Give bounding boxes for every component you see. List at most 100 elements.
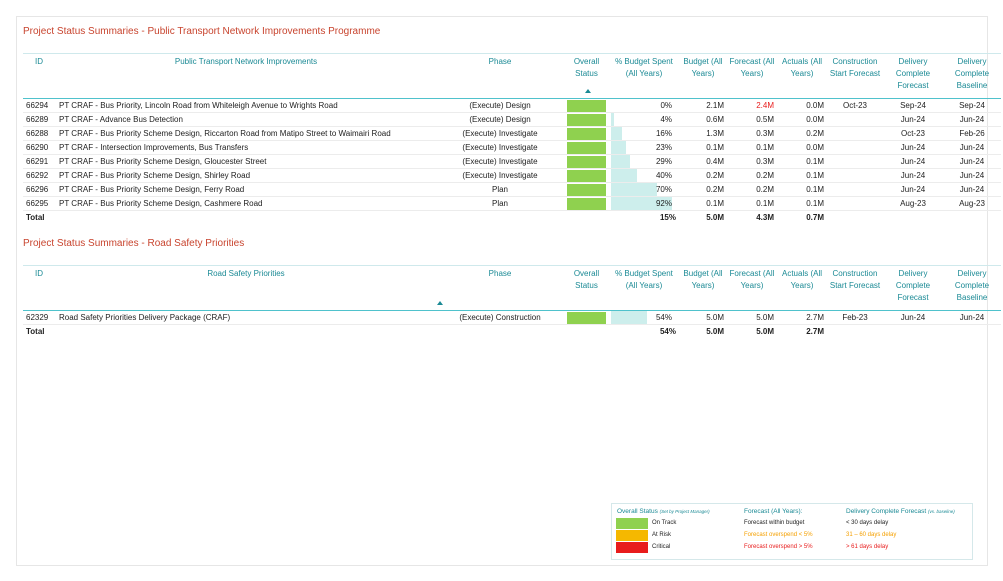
col-header-name[interactable]: Road Safety Priorities [56,265,436,311]
cell-construction-start [827,140,883,155]
cell-delivery-forecast: Oct-23 [883,126,943,141]
cell-delivery-baseline: Jun-24 [943,140,1001,155]
col-header-budget[interactable]: Budget (All Years) [679,53,727,99]
budget-spent-value: 70% [655,185,672,194]
cell-overall-status [564,126,609,141]
col-header-delivery-baseline[interactable]: Delivery Complete Baseline [943,53,1001,99]
col-header-delivery-baseline[interactable]: Delivery Complete Baseline [943,265,1001,311]
cell-delivery-forecast: Jun-24 [883,112,943,127]
legend-at-risk-label: At Risk [652,532,672,538]
cell-id: 66296 [23,182,56,197]
budget-spent-value: 92% [655,199,672,208]
cell-forecast: 0.3M [727,126,777,141]
total-spacer [436,324,564,338]
col-header-actuals[interactable]: Actuals (All Years) [777,53,827,99]
col-header-id[interactable]: ID [23,265,56,311]
cell-construction-start: Oct-23 [827,98,883,113]
cell-forecast: 5.0M [727,310,777,325]
cell-delivery-forecast: Aug-23 [883,196,943,211]
cell-delivery-baseline: Jun-24 [943,310,1001,325]
col-header-overall-status[interactable]: Overall Status [564,265,609,311]
col-header-id[interactable]: ID [23,53,56,99]
cell-overall-status [564,196,609,211]
budget-spent-value: 23% [655,143,672,152]
cell-forecast: 0.3M [727,154,777,169]
col-header-construction-start[interactable]: Construction Start Forecast [827,265,883,311]
cell-phase: (Execute) Investigate [436,168,564,183]
cell-delivery-baseline: Sep-24 [943,98,1001,113]
table-row[interactable]: 66296 PT CRAF - Bus Priority Scheme Desig… [23,182,1001,197]
cell-actuals: 0.1M [777,154,827,169]
cell-budget-spent: 4% [609,112,679,127]
col-header-delivery-forecast[interactable]: Delivery Complete Forecast [883,53,943,99]
col-header-name[interactable]: Public Transport Network Improvements [56,53,436,99]
cell-budget: 0.2M [679,168,727,183]
cell-id: 66292 [23,168,56,183]
total-budget: 5.0M [679,324,727,338]
cell-actuals: 2.7M [777,310,827,325]
cell-budget: 0.4M [679,154,727,169]
cell-actuals: 0.0M [777,112,827,127]
section2-table: ID Road Safety Priorities Phase Overall … [23,265,1001,338]
cell-budget-spent: 70% [609,182,679,197]
col-header-construction-start[interactable]: Construction Start Forecast [827,53,883,99]
legend-swatch-critical [616,542,648,553]
col-header-budget[interactable]: Budget (All Years) [679,265,727,311]
col-header-delivery-forecast[interactable]: Delivery Complete Forecast [883,265,943,311]
legend-delivery-high: > 61 days delay [846,544,889,550]
cell-forecast: 0.2M [727,182,777,197]
table-row[interactable]: 66289 PT CRAF - Advance Bus Detection (Exe… [23,112,1001,127]
legend-forecast-title: Forecast (All Years): [744,508,803,515]
table-row[interactable]: 62329 Road Safety Priorities Delivery Pac… [23,310,1001,325]
status-indicator [567,127,606,140]
table-row[interactable]: 66292 PT CRAF - Bus Priority Scheme Desig… [23,168,1001,183]
table-row[interactable]: 66295 PT CRAF - Bus Priority Scheme Desig… [23,196,1001,211]
cell-project-name: PT CRAF - Bus Priority Scheme Design, Sh… [56,168,436,183]
cell-forecast: 0.1M [727,196,777,211]
budget-spent-value: 16% [655,129,672,138]
col-header-phase[interactable]: Phase [436,265,564,311]
table-row[interactable]: 66294 PT CRAF - Bus Priority, Lincoln Roa… [23,98,1001,113]
cell-actuals: 0.0M [777,140,827,155]
section1-table: ID Public Transport Network Improvements… [23,53,1001,224]
table-row[interactable]: 66291 PT CRAF - Bus Priority Scheme Desig… [23,154,1001,169]
cell-delivery-forecast: Jun-24 [883,310,943,325]
legend-on-track-label: On Track [652,520,677,526]
col-header-phase[interactable]: Phase [436,53,564,99]
sort-indicator-icon[interactable] [437,301,443,305]
total-row: Total 15% 5.0M 4.3M 0.7M [23,210,1001,224]
total-spacer [827,324,883,338]
col-header-actuals[interactable]: Actuals (All Years) [777,265,827,311]
total-spacer [564,210,609,224]
cell-forecast: 0.5M [727,112,777,127]
total-spacer [943,210,1001,224]
sort-indicator-icon[interactable] [585,89,591,93]
cell-construction-start [827,154,883,169]
total-spacer [564,324,609,338]
cell-actuals: 0.0M [777,98,827,113]
total-spacer [436,210,564,224]
col-header-forecast[interactable]: Forecast (All Years) [727,265,777,311]
cell-phase: (Execute) Investigate [436,126,564,141]
cell-project-name: PT CRAF - Bus Priority Scheme Design, Gl… [56,154,436,169]
table-row[interactable]: 66290 PT CRAF - Intersection Improvements… [23,140,1001,155]
col-header-forecast[interactable]: Forecast (All Years) [727,53,777,99]
col-header-budget-spent[interactable]: % Budget Spent (All Years) [609,53,679,99]
cell-delivery-forecast: Jun-24 [883,182,943,197]
cell-budget-spent: 23% [609,140,679,155]
status-indicator [567,141,606,154]
cell-overall-status [564,98,609,113]
budget-spent-value: 4% [660,115,672,124]
cell-project-name: PT CRAF - Bus Priority Scheme Design, Fe… [56,182,436,197]
section2-title: Project Status Summaries - Road Safety P… [23,238,245,249]
col-header-budget-spent[interactable]: % Budget Spent (All Years) [609,265,679,311]
cell-overall-status [564,112,609,127]
total-actuals: 0.7M [777,210,827,224]
table-row[interactable]: 66288 PT CRAF - Bus Priority Scheme Desig… [23,126,1001,141]
cell-id: 66290 [23,140,56,155]
total-actuals: 2.7M [777,324,827,338]
cell-phase: (Execute) Investigate [436,154,564,169]
total-spacer [56,210,436,224]
cell-project-name: PT CRAF - Bus Priority, Lincoln Road fro… [56,98,436,113]
status-indicator [567,183,606,196]
